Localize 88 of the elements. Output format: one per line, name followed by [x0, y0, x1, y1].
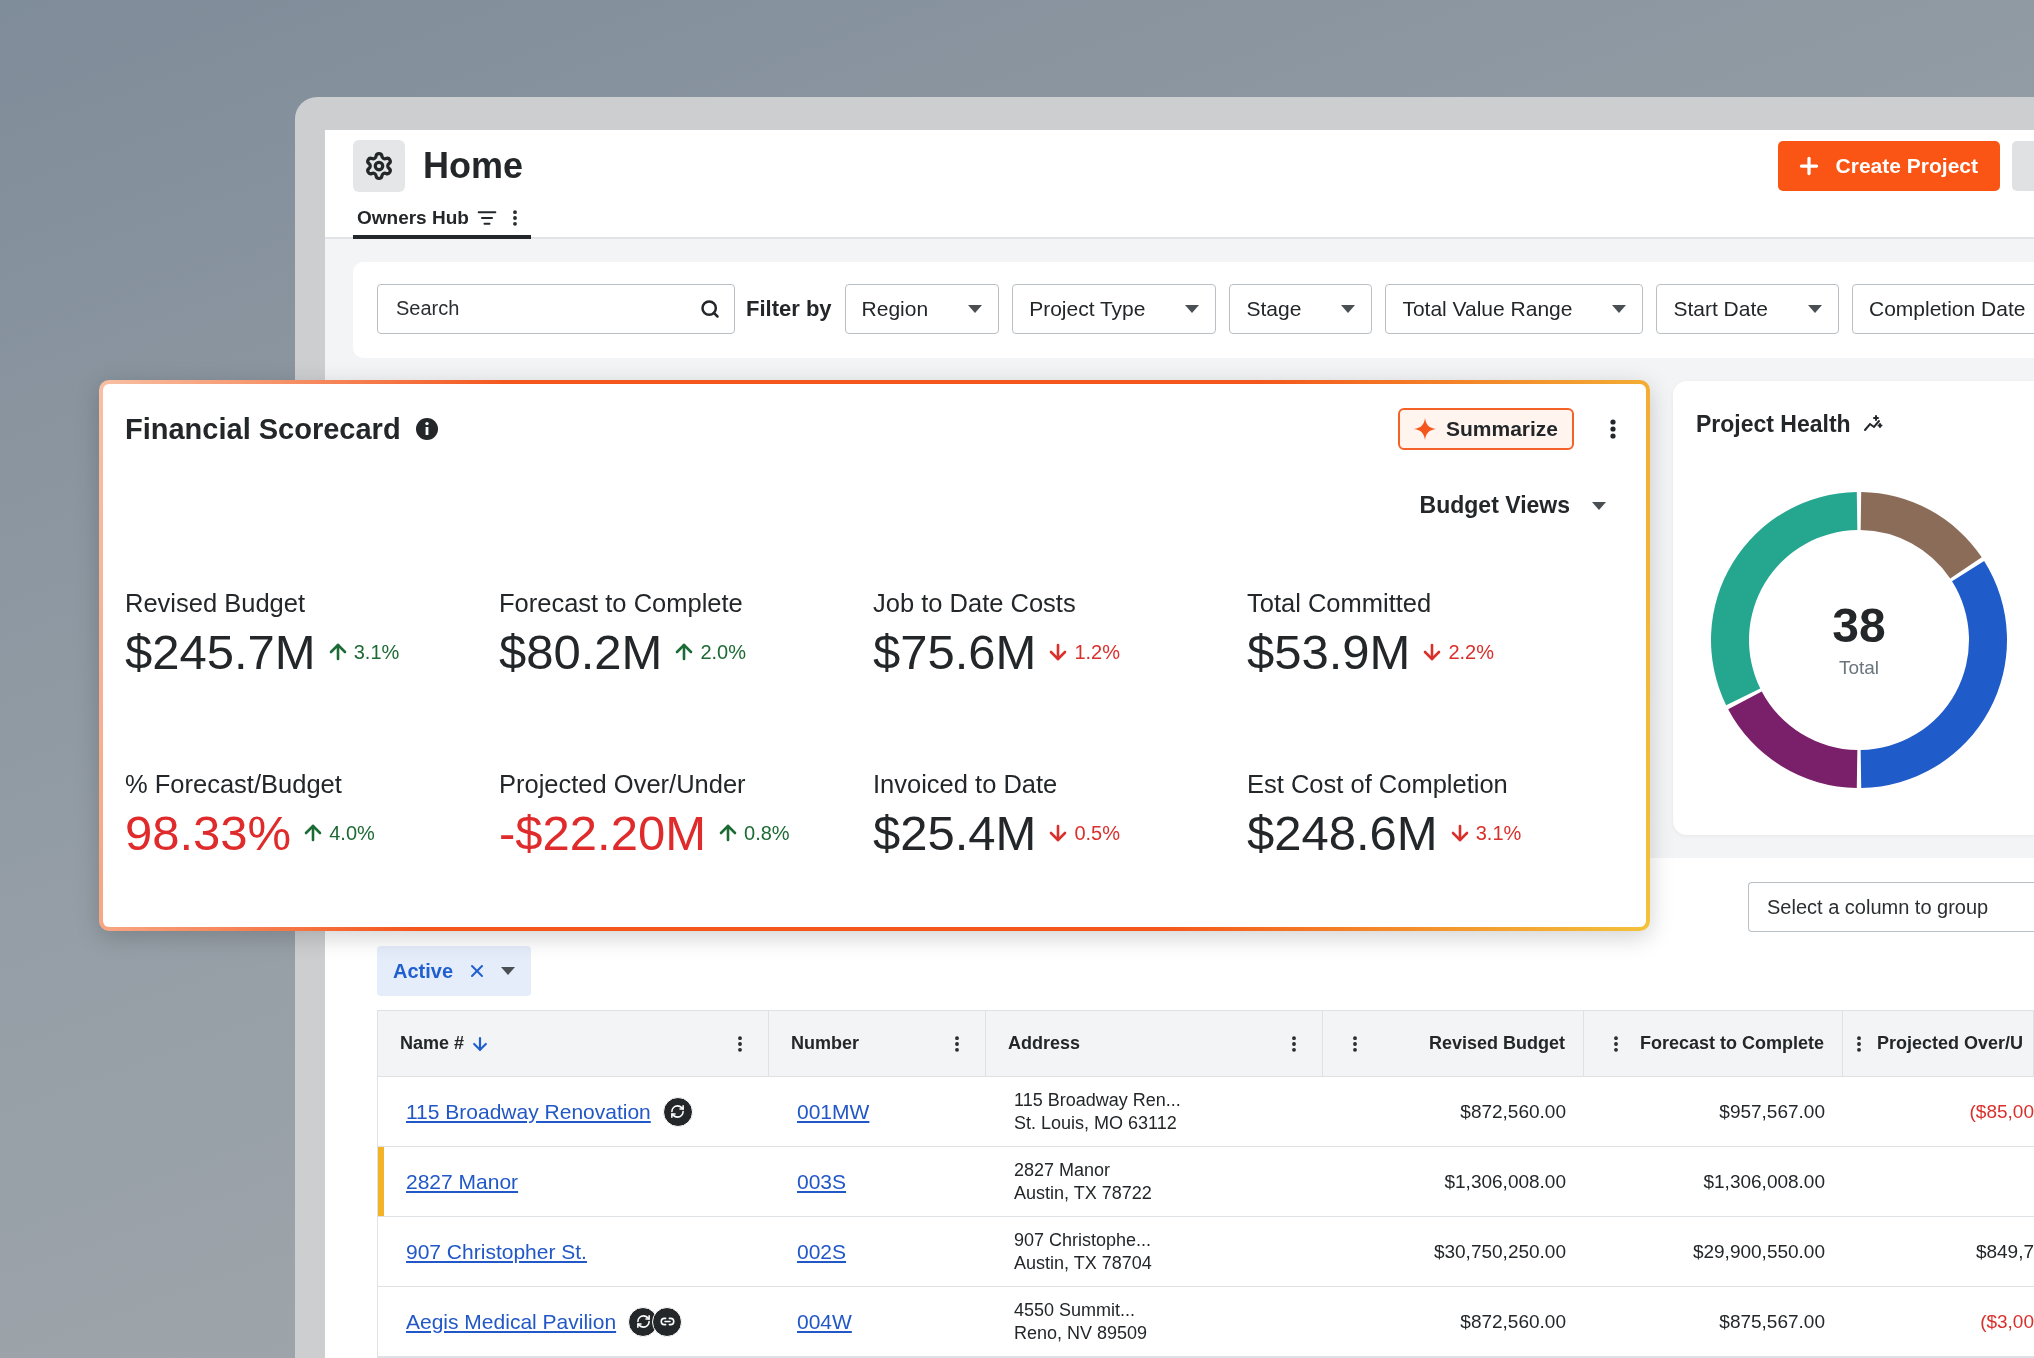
caret-icon: [1612, 304, 1627, 313]
column-header[interactable]: Name #: [378, 1011, 769, 1077]
settings-button[interactable]: [353, 140, 405, 192]
column-header[interactable]: Forecast to Complete: [1584, 1011, 1843, 1077]
metric-change: 2.2%: [1448, 640, 1495, 664]
amount-text: $849,7: [1975, 1240, 2034, 1263]
caret-icon: [1341, 304, 1356, 313]
metric-value: $245.7M: [125, 624, 316, 680]
table-cell: $1,306,008.00: [1323, 1147, 1584, 1217]
metric-change: 3.1%: [1475, 821, 1522, 845]
card-title: Project Health: [1696, 410, 1851, 438]
metric-change: 3.1%: [353, 640, 400, 664]
project-link[interactable]: 907 Christopher St.: [406, 1239, 587, 1264]
info-icon[interactable]: [414, 417, 439, 441]
more-icon[interactable]: [1610, 419, 1616, 439]
metric-label: Est Cost of Completion: [1247, 770, 1509, 799]
group-select[interactable]: Select a column to group: [1748, 882, 2034, 932]
group-select-input[interactable]: Select a column to group: [1765, 894, 2034, 920]
address-text: 907 Christophe... Austin, TX 78704: [1014, 1228, 1152, 1275]
metric-label: Projected Over/Under: [499, 770, 747, 799]
table-cell: $957,567.00: [1584, 1077, 1843, 1147]
metric-label: Forecast to Complete: [499, 589, 744, 618]
table-cell: $29,900,550.00: [1584, 1217, 1843, 1287]
total-count: 38: [1832, 597, 1886, 653]
project-number-link[interactable]: 001MW: [797, 1099, 870, 1124]
metric-value: $80.2M: [499, 624, 663, 680]
search-input[interactable]: Search: [394, 296, 700, 322]
amount-text: ($3,00: [1980, 1310, 2034, 1333]
filter-icon[interactable]: [476, 208, 497, 228]
project-link[interactable]: 115 Broadway Renovation: [406, 1099, 651, 1124]
metric-change: 2.0%: [700, 640, 747, 664]
search-field[interactable]: Search: [377, 283, 735, 334]
address-text: 4550 Summit... Reno, NV 89509: [1014, 1298, 1148, 1345]
table-cell: $872,560.00: [1323, 1287, 1584, 1357]
page-title: Home: [423, 145, 525, 187]
metric-change: 0.8%: [744, 821, 790, 845]
filter-chip[interactable]: Active: [377, 946, 532, 996]
filter-dropdown[interactable]: Completion Date: [1852, 283, 2034, 334]
metric-label: % Forecast/Budget: [125, 770, 343, 799]
search-icon[interactable]: [700, 298, 720, 319]
caret-icon: [968, 304, 983, 313]
table-cell: $1,306,008.00: [1584, 1147, 1843, 1217]
metric-value: $25.4M: [873, 805, 1037, 861]
sparkle-icon: [1413, 418, 1436, 440]
amount-text: ($85,00: [1969, 1100, 2034, 1123]
metric-value: $75.6M: [873, 624, 1037, 680]
caret-icon: [1185, 304, 1200, 313]
column-header[interactable]: Revised Budget: [1323, 1011, 1584, 1077]
column-header[interactable]: Projected Over/U: [1843, 1011, 2034, 1077]
metric-value: $248.6M: [1247, 805, 1438, 861]
filter-dropdown[interactable]: Start Date: [1656, 283, 1839, 334]
caret-icon: [1592, 501, 1606, 510]
table-cell: $875,567.00: [1584, 1287, 1843, 1357]
project-number-link[interactable]: 003S: [797, 1169, 847, 1194]
project-number-link[interactable]: 002S: [797, 1239, 847, 1264]
column-header[interactable]: Address: [986, 1011, 1323, 1077]
filter-dropdown[interactable]: Project Type: [1012, 283, 1217, 334]
sync-icon: [662, 1096, 693, 1127]
metric-label: Total Committed: [1247, 589, 1433, 618]
link-icon: [652, 1306, 683, 1337]
metric-change: 1.2%: [1074, 640, 1121, 664]
table-cell: $872,560.00: [1323, 1077, 1584, 1147]
table-cell: $30,750,250.00: [1323, 1217, 1584, 1287]
metric-label: Revised Budget: [125, 589, 307, 618]
metric-label: Job to Date Costs: [873, 589, 1077, 618]
caret-icon: [501, 967, 516, 975]
filter-dropdown[interactable]: Stage: [1229, 283, 1373, 334]
card-title: Financial Scorecard: [125, 412, 401, 446]
budget-views-dropdown[interactable]: Budget Views: [1419, 492, 1616, 519]
summarize-button[interactable]: Summarize: [1397, 408, 1574, 450]
metric-label: Invoiced to Date: [873, 770, 1059, 799]
project-link[interactable]: Aegis Medical Pavilion: [406, 1309, 617, 1334]
address-text: 115 Broadway Ren... St. Louis, MO 63112: [1014, 1088, 1181, 1135]
metric-value: $53.9M: [1247, 624, 1411, 680]
column-header[interactable]: Number: [769, 1011, 986, 1077]
project-link[interactable]: 2827 Manor: [406, 1169, 519, 1194]
metric-value: -$22.20M: [499, 805, 706, 861]
project-number-link[interactable]: 004W: [797, 1309, 852, 1334]
filter-dropdown[interactable]: Total Value Range: [1385, 283, 1644, 334]
settings-icon: [364, 151, 394, 181]
filter-label: Filter by: [746, 295, 832, 322]
filter-dropdown[interactable]: Region: [844, 283, 1000, 334]
caret-icon: [1808, 304, 1822, 313]
metric-value: 98.33%: [125, 805, 292, 861]
metric-change: 0.5%: [1074, 821, 1121, 845]
total-label: Total: [1838, 656, 1880, 679]
address-text: 2827 Manor Austin, TX 78722: [1014, 1158, 1152, 1205]
metric-change: 4.0%: [329, 821, 375, 845]
